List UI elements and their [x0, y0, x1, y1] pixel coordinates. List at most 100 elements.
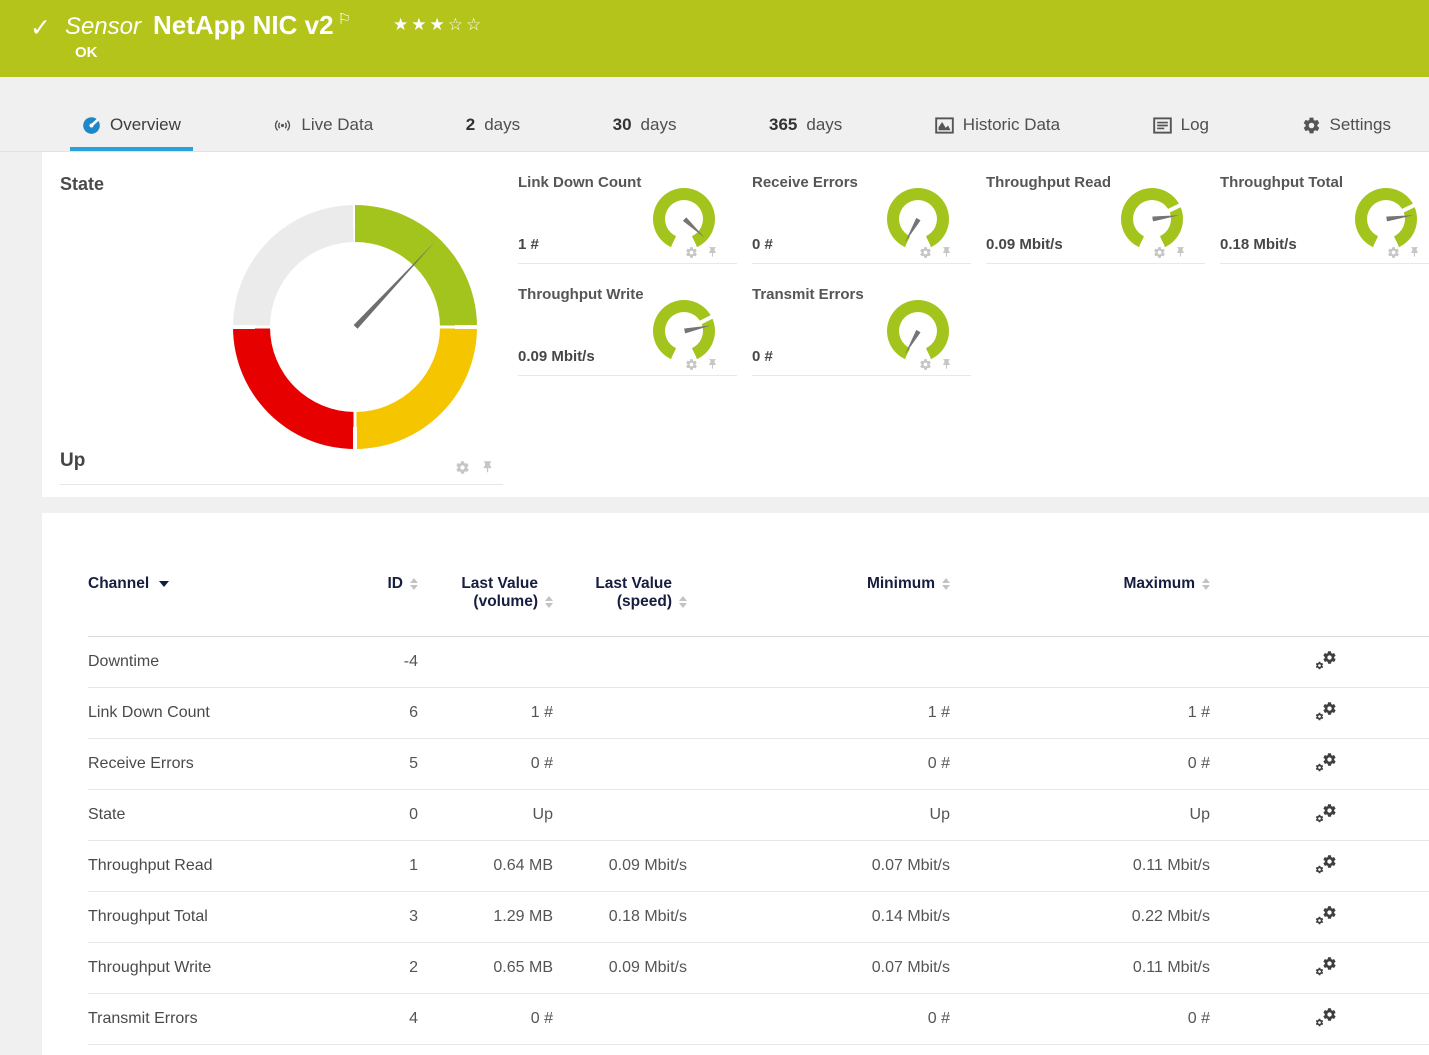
cell-last-value-speed: 0.09 Mbit/s	[553, 959, 687, 977]
cell-id: 4	[328, 1010, 418, 1028]
cell-channel: Receive Errors	[88, 755, 328, 773]
gear-icon[interactable]	[1387, 246, 1400, 259]
sort-desc-icon	[159, 581, 169, 587]
gauge-max-marker	[1401, 203, 1415, 213]
sensor-kind-label: Sensor	[65, 13, 141, 41]
tab-bar: Overview Live Data 2days 30days 365days Histo…	[0, 77, 1429, 152]
channel-settings-icon[interactable]	[1315, 803, 1337, 823]
gear-icon[interactable]	[1153, 246, 1166, 259]
cell-channel: Throughput Total	[88, 908, 328, 926]
pin-icon[interactable]	[706, 358, 719, 371]
log-icon	[1153, 116, 1172, 135]
tab-30-days[interactable]: 30days	[601, 115, 689, 151]
sort-icon	[679, 596, 687, 608]
cell-minimum: 0.07 Mbit/s	[687, 857, 950, 875]
channel-settings-icon[interactable]	[1315, 956, 1337, 976]
cell-channel: Transmit Errors	[88, 1010, 328, 1028]
pin-icon[interactable]	[940, 246, 953, 259]
gauge-icon	[82, 116, 101, 135]
pin-icon[interactable]	[1408, 246, 1421, 259]
table-row[interactable]: State 0 Up Up Up	[88, 790, 1429, 841]
cell-maximum: 0 #	[950, 1010, 1210, 1028]
tab-settings[interactable]: Settings	[1290, 115, 1403, 151]
cell-id: 2	[328, 959, 418, 977]
gauge-value: 0 #	[752, 236, 773, 253]
tab-log[interactable]: Log	[1141, 115, 1221, 151]
table-row[interactable]: Downtime -4	[88, 637, 1429, 688]
pin-icon[interactable]	[480, 460, 495, 475]
channel-settings-icon[interactable]	[1315, 701, 1337, 721]
table-row[interactable]: Throughput Write 2 0.65 MB 0.09 Mbit/s 0…	[88, 943, 1429, 994]
column-header-id[interactable]: ID	[328, 575, 418, 593]
cell-id: 3	[328, 908, 418, 926]
cell-last-value-volume: 0.65 MB	[418, 959, 553, 977]
table-row[interactable]: Transmit Errors 4 0 # 0 # 0 #	[88, 994, 1429, 1045]
cell-last-value-speed: 0.09 Mbit/s	[553, 857, 687, 875]
channel-settings-icon[interactable]	[1315, 1007, 1337, 1027]
pin-icon[interactable]	[706, 246, 719, 259]
tab-365-days[interactable]: 365days	[757, 115, 854, 151]
flag-icon[interactable]: ⚐	[338, 10, 351, 28]
tab-historic-data[interactable]: Historic Data	[923, 115, 1072, 151]
cell-maximum: Up	[950, 806, 1210, 824]
cell-minimum: 1 #	[687, 704, 950, 722]
cell-minimum: 0.07 Mbit/s	[687, 959, 950, 977]
table-row[interactable]: Link Down Count 6 1 # 1 # 1 #	[88, 688, 1429, 739]
broadcast-icon	[273, 116, 292, 135]
gauge	[887, 300, 949, 362]
column-header-last-value-speed[interactable]: Last Value (speed)	[553, 575, 687, 611]
tab-2-days[interactable]: 2days	[454, 115, 532, 151]
channel-settings-icon[interactable]	[1315, 650, 1337, 670]
column-header-channel[interactable]: Channel	[88, 575, 328, 593]
tab-overview[interactable]: Overview	[70, 115, 193, 151]
cell-last-value-volume: 0 #	[418, 755, 553, 773]
channel-settings-icon[interactable]	[1315, 854, 1337, 874]
channel-settings-icon[interactable]	[1315, 752, 1337, 772]
cell-minimum: 0 #	[687, 1010, 950, 1028]
gauge-title: Transmit Errors	[752, 286, 864, 303]
pin-icon[interactable]	[1174, 246, 1187, 259]
chart-icon	[935, 116, 954, 135]
gauge-needle	[683, 323, 710, 334]
table-row[interactable]: Throughput Total 3 1.29 MB 0.18 Mbit/s 0…	[88, 892, 1429, 943]
gauge-max-marker	[699, 315, 713, 325]
rating-stars[interactable]: ★★★☆☆	[393, 15, 484, 35]
gauge	[1355, 188, 1417, 250]
gear-icon[interactable]	[919, 246, 932, 259]
cell-minimum: Up	[687, 806, 950, 824]
channel-settings-icon[interactable]	[1315, 905, 1337, 925]
gear-icon[interactable]	[685, 358, 698, 371]
cell-maximum: 1 #	[950, 704, 1210, 722]
column-header-maximum[interactable]: Maximum	[950, 575, 1210, 593]
table-row[interactable]: Receive Errors 5 0 # 0 # 0 #	[88, 739, 1429, 790]
channels-table-card: Channel ID Last Value (volume) Last Valu…	[42, 513, 1429, 1055]
column-header-minimum[interactable]: Minimum	[687, 575, 950, 593]
cell-id: 6	[328, 704, 418, 722]
gauge-title: Link Down Count	[518, 174, 641, 191]
status-check-icon: ✓	[30, 13, 51, 43]
divider	[60, 484, 503, 485]
cell-maximum: 0.11 Mbit/s	[950, 959, 1210, 977]
gauge-panel: Transmit Errors 0 #	[752, 264, 971, 376]
table-row[interactable]: Throughput Read 1 0.64 MB 0.09 Mbit/s 0.…	[88, 841, 1429, 892]
gear-icon[interactable]	[919, 358, 932, 371]
cell-last-value-volume: 0.64 MB	[418, 857, 553, 875]
gauge-title: Throughput Total	[1220, 174, 1343, 191]
cell-channel: Throughput Read	[88, 857, 328, 875]
column-header-last-value-volume[interactable]: Last Value (volume)	[418, 575, 553, 611]
gauge-panel: Throughput Read 0.09 Mbit/s	[986, 152, 1205, 264]
gear-icon[interactable]	[455, 460, 470, 475]
cell-channel: Link Down Count	[88, 704, 328, 722]
cell-maximum: 0 #	[950, 755, 1210, 773]
gauge-panel: Throughput Total 0.18 Mbit/s	[1220, 152, 1429, 264]
cell-channel: Throughput Write	[88, 959, 328, 977]
tab-live-data[interactable]: Live Data	[261, 115, 385, 151]
sort-icon	[942, 578, 950, 590]
gear-icon[interactable]	[685, 246, 698, 259]
pin-icon[interactable]	[940, 358, 953, 371]
cell-last-value-speed: 0.18 Mbit/s	[553, 908, 687, 926]
sort-icon	[1202, 578, 1210, 590]
cell-channel: State	[88, 806, 328, 824]
cell-minimum: 0.14 Mbit/s	[687, 908, 950, 926]
cell-id: 1	[328, 857, 418, 875]
